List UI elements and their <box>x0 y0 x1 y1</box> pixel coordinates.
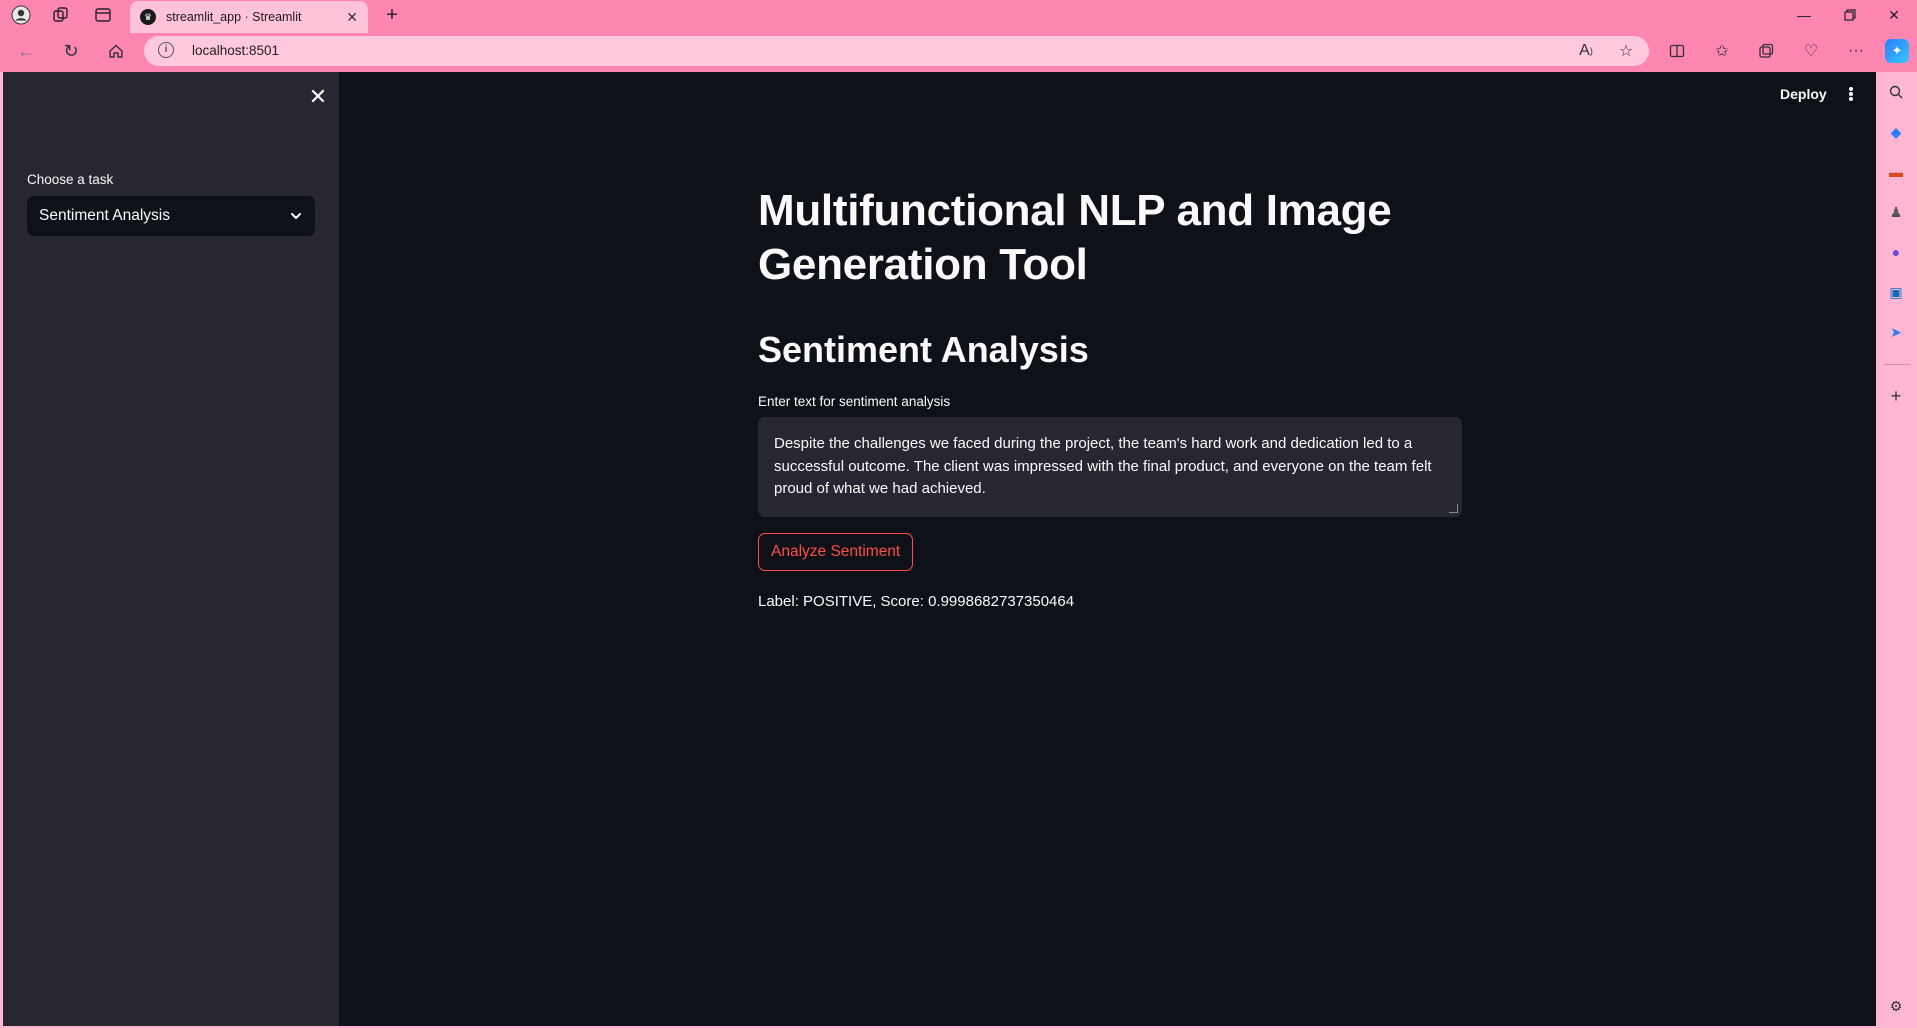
task-label: Choose a task <box>27 172 114 187</box>
favorites-icon[interactable]: ✩ <box>1706 37 1738 65</box>
tab-streamlit[interactable]: ♛ streamlit_app · Streamlit ✕ <box>130 1 368 33</box>
games-icon[interactable]: ♟ <box>1886 202 1906 222</box>
add-icon[interactable]: + <box>1886 386 1906 406</box>
microsoft365-icon[interactable]: ● <box>1886 242 1906 262</box>
browser-chrome: ♛ streamlit_app · Streamlit ✕ + — ✕ ← ↻ … <box>0 0 1917 72</box>
address-bar[interactable]: i localhost:8501 A) ☆ <box>144 36 1649 66</box>
main-content: Multifunctional NLP and Image Generation… <box>758 184 1462 610</box>
input-label: Enter text for sentiment analysis <box>758 394 951 409</box>
copilot-icon[interactable]: ✦ <box>1885 39 1909 63</box>
tools-icon[interactable]: ▬ <box>1886 162 1906 182</box>
url-text: localhost:8501 <box>192 43 280 58</box>
deploy-button[interactable]: Deploy <box>1780 86 1827 102</box>
back-icon[interactable]: ← <box>10 38 42 64</box>
sidebar: ✕ Choose a task Sentiment Analysis <box>3 72 339 1026</box>
main-menu-icon[interactable] <box>1845 84 1857 104</box>
site-info-icon[interactable]: i <box>158 42 174 58</box>
split-screen-icon[interactable] <box>1661 37 1693 65</box>
side-panel-divider <box>1884 364 1910 365</box>
drop-send-icon[interactable]: ➤ <box>1886 322 1906 342</box>
favorite-star-icon[interactable]: ☆ <box>1612 40 1640 62</box>
address-bar-row: ← ↻ i localhost:8501 A) ☆ ✩ ♡ ··· ✦ <box>0 33 1917 69</box>
main-area: Deploy Multifunctional NLP and Image Gen… <box>339 72 1876 1026</box>
shopping-tag-icon[interactable]: ◆ <box>1886 122 1906 142</box>
streamlit-app: ✕ Choose a task Sentiment Analysis Deplo… <box>3 72 1876 1026</box>
read-aloud-icon[interactable]: A) <box>1572 40 1600 62</box>
workspaces-icon[interactable] <box>44 3 78 27</box>
settings-gear-icon[interactable]: ⚙ <box>1886 996 1906 1016</box>
tab-bar: ♛ streamlit_app · Streamlit ✕ + — ✕ <box>0 0 1917 33</box>
restore-icon[interactable] <box>1827 2 1873 28</box>
minimize-icon[interactable]: — <box>1781 2 1827 28</box>
analyze-sentiment-button[interactable]: Analyze Sentiment <box>758 533 914 571</box>
sentiment-text-input[interactable]: Despite the challenges we faced during t… <box>758 417 1462 517</box>
sentiment-text-value: Despite the challenges we faced during t… <box>774 435 1432 497</box>
tab-close-icon[interactable]: ✕ <box>346 9 358 26</box>
task-select[interactable]: Sentiment Analysis <box>27 196 315 236</box>
search-icon[interactable] <box>1886 82 1906 102</box>
sentiment-result: Label: POSITIVE, Score: 0.99986827373504… <box>758 593 1075 610</box>
refresh-icon[interactable]: ↻ <box>55 38 87 64</box>
home-icon[interactable] <box>100 38 132 64</box>
outlook-icon[interactable]: ▣ <box>1886 282 1906 302</box>
task-select-value: Sentiment Analysis <box>39 207 170 224</box>
chevron-down-icon <box>291 213 301 219</box>
collections-icon[interactable] <box>1750 37 1782 65</box>
page-title: Multifunctional NLP and Image Generation… <box>758 186 1392 289</box>
resize-handle-icon[interactable] <box>1449 504 1458 513</box>
browser-side-panel: ◆ ▬ ♟ ● ▣ ➤ + ⚙ <box>1876 72 1917 1028</box>
tab-actions-icon[interactable] <box>86 3 120 27</box>
window-close-icon[interactable]: ✕ <box>1871 2 1917 28</box>
sidebar-close-icon[interactable]: ✕ <box>305 84 331 110</box>
section-title: Sentiment Analysis <box>758 329 1089 370</box>
tab-title: streamlit_app · Streamlit <box>166 10 302 24</box>
new-tab-icon[interactable]: + <box>378 3 406 27</box>
streamlit-favicon-icon: ♛ <box>140 9 156 25</box>
browser-essentials-icon[interactable]: ♡ <box>1795 37 1827 65</box>
profile-icon[interactable] <box>4 3 38 27</box>
more-menu-icon[interactable]: ··· <box>1840 37 1872 65</box>
